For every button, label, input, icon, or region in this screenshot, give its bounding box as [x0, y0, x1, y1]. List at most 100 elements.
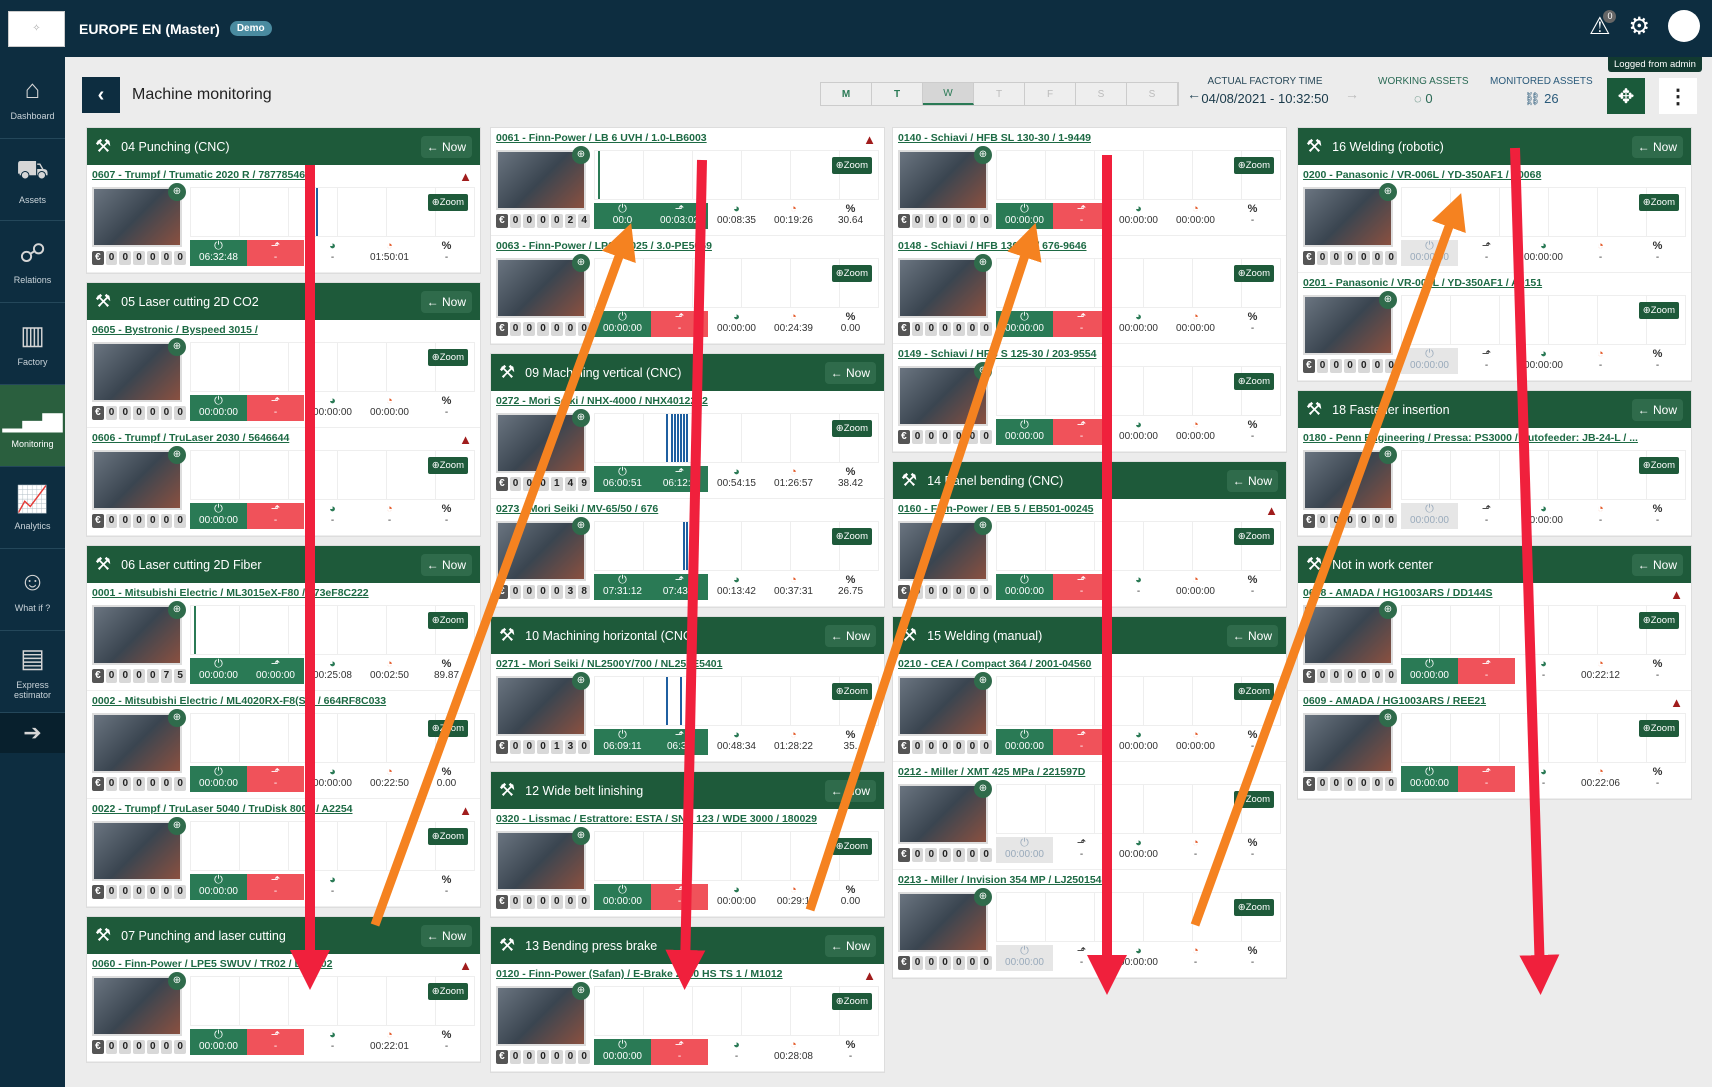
zoom-photo-icon[interactable]: ⊕: [168, 972, 186, 990]
machine-name-link[interactable]: 0271 - Mori Seiki / NL2500Y/700 / NL25JE…: [496, 658, 879, 672]
zoom-button[interactable]: ⊕Zoom: [1638, 612, 1679, 629]
machine-name-link[interactable]: 0606 - Trumpf / TruLaser 2030 / 5646644: [92, 432, 475, 446]
now-button[interactable]: ← Now: [1226, 469, 1278, 492]
machine-photo[interactable]: ⊕: [496, 254, 590, 318]
machine-photo[interactable]: ⊕: [1303, 183, 1397, 247]
zoom-photo-icon[interactable]: ⊕: [168, 709, 186, 727]
machine-photo[interactable]: ⊕: [898, 672, 992, 736]
zoom-photo-icon[interactable]: ⊕: [974, 888, 992, 906]
machine-name-link[interactable]: 0160 - Finn-Power / EB 5 / EB501-00245: [898, 503, 1281, 517]
machine-photo[interactable]: ⊕: [496, 827, 590, 891]
machine-name-link[interactable]: 0063 - Finn-Power / LP6 / C025 / 3.0-PE5…: [496, 240, 879, 254]
zoom-photo-icon[interactable]: ⊕: [974, 517, 992, 535]
zoom-photo-icon[interactable]: ⊕: [974, 780, 992, 798]
zoom-button[interactable]: ⊕Zoom: [1233, 791, 1274, 808]
machine-photo[interactable]: ⊕: [92, 601, 186, 665]
machine-name-link[interactable]: 0001 - Mitsubishi Electric / ML3015eX-F8…: [92, 587, 475, 601]
zoom-photo-icon[interactable]: ⊕: [974, 672, 992, 690]
zoom-button[interactable]: ⊕Zoom: [1233, 157, 1274, 174]
machine-photo[interactable]: ⊕: [92, 709, 186, 773]
zoom-photo-icon[interactable]: ⊕: [168, 338, 186, 356]
more-menu-button[interactable]: ⋮: [1659, 78, 1697, 114]
zoom-button[interactable]: ⊕Zoom: [1638, 720, 1679, 737]
zoom-button[interactable]: ⊕Zoom: [427, 612, 468, 629]
zoom-photo-icon[interactable]: ⊕: [168, 183, 186, 201]
zoom-button[interactable]: ⊕Zoom: [1233, 373, 1274, 390]
now-button[interactable]: ← Now: [420, 135, 472, 158]
zoom-photo-icon[interactable]: ⊕: [572, 254, 590, 272]
machine-name-link[interactable]: 0120 - Finn-Power (Safan) / E-Brake 2050…: [496, 968, 879, 982]
machine-name-link[interactable]: 0180 - Penn Engineering / Pressa: PS3000…: [1303, 432, 1686, 446]
machine-name-link[interactable]: 0320 - Lissmac / Estrattore: ESTA / SND …: [496, 813, 879, 827]
sidebar-item-monitoring[interactable]: ▁▃▅ Monitoring: [0, 385, 65, 467]
machine-photo[interactable]: ⊕: [898, 254, 992, 318]
now-button[interactable]: ← Now: [1226, 624, 1278, 647]
sidebar-item-dashboard[interactable]: ⌂ Dashboard: [0, 57, 65, 139]
warning-icon[interactable]: ▲: [459, 169, 472, 184]
machine-name-link[interactable]: 0200 - Panasonic / VR-006L / YD-350AF1 /…: [1303, 169, 1686, 183]
now-button[interactable]: ← Now: [1631, 135, 1683, 158]
warning-icon[interactable]: ▲: [1670, 587, 1683, 602]
zoom-photo-icon[interactable]: ⊕: [168, 601, 186, 619]
now-button[interactable]: ← Now: [824, 779, 876, 802]
zoom-photo-icon[interactable]: ⊕: [974, 146, 992, 164]
machine-name-link[interactable]: 0609 - AMADA / HG1003ARS / REE21: [1303, 695, 1686, 709]
zoom-button[interactable]: ⊕Zoom: [831, 157, 872, 174]
machine-photo[interactable]: ⊕: [496, 409, 590, 473]
zoom-photo-icon[interactable]: ⊕: [572, 672, 590, 690]
machine-name-link[interactable]: 0140 - Schiavi / HFB SL 130-30 / 1-9449: [898, 132, 1281, 146]
machine-photo[interactable]: ⊕: [92, 817, 186, 881]
zoom-photo-icon[interactable]: ⊕: [974, 254, 992, 272]
machine-name-link[interactable]: 0272 - Mori Seiki / NHX-4000 / NHX401220…: [496, 395, 879, 409]
zoom-photo-icon[interactable]: ⊕: [572, 982, 590, 1000]
machine-name-link[interactable]: 0002 - Mitsubishi Electric / ML4020RX-F8…: [92, 695, 475, 709]
zoom-button[interactable]: ⊕Zoom: [1233, 528, 1274, 545]
machine-photo[interactable]: ⊕: [898, 888, 992, 952]
machine-photo[interactable]: ⊕: [898, 517, 992, 581]
machine-photo[interactable]: ⊕: [898, 146, 992, 210]
avatar[interactable]: [1668, 10, 1700, 42]
zoom-button[interactable]: ⊕Zoom: [831, 838, 872, 855]
zoom-button[interactable]: ⊕Zoom: [427, 828, 468, 845]
now-button[interactable]: ← Now: [1631, 553, 1683, 576]
zoom-button[interactable]: ⊕Zoom: [831, 683, 872, 700]
machine-name-link[interactable]: 0213 - Miller / Invision 354 MP / LJ2501…: [898, 874, 1281, 888]
machine-name-link[interactable]: 0605 - Bystronic / Byspeed 3015 /: [92, 324, 475, 338]
zoom-button[interactable]: ⊕Zoom: [1638, 194, 1679, 211]
machine-photo[interactable]: ⊕: [1303, 446, 1397, 510]
day-tab[interactable]: T: [974, 83, 1025, 105]
alerts-icon[interactable]: ⚠ 0: [1589, 9, 1617, 41]
machine-name-link[interactable]: 0210 - CEA / Compact 364 / 2001-04560: [898, 658, 1281, 672]
warning-icon[interactable]: ▲: [459, 803, 472, 818]
warning-icon[interactable]: ▲: [1670, 695, 1683, 710]
zoom-button[interactable]: ⊕Zoom: [1233, 899, 1274, 916]
day-tab[interactable]: T: [872, 83, 923, 105]
zoom-button[interactable]: ⊕Zoom: [427, 349, 468, 366]
zoom-button[interactable]: ⊕Zoom: [831, 265, 872, 282]
zoom-photo-icon[interactable]: ⊕: [1379, 601, 1397, 619]
fullscreen-button[interactable]: ✥: [1607, 78, 1645, 114]
warning-icon[interactable]: ▲: [459, 958, 472, 973]
machine-name-link[interactable]: 0201 - Panasonic / VR-006L / YD-350AF1 /…: [1303, 277, 1686, 291]
machine-name-link[interactable]: 0212 - Miller / XMT 425 MPa / 221597D: [898, 766, 1281, 780]
machine-photo[interactable]: ⊕: [496, 517, 590, 581]
zoom-photo-icon[interactable]: ⊕: [1379, 446, 1397, 464]
warning-icon[interactable]: ▲: [863, 968, 876, 983]
zoom-button[interactable]: ⊕Zoom: [427, 194, 468, 211]
zoom-photo-icon[interactable]: ⊕: [572, 409, 590, 427]
machine-photo[interactable]: ⊕: [92, 183, 186, 247]
zoom-photo-icon[interactable]: ⊕: [974, 362, 992, 380]
machine-photo[interactable]: ⊕: [92, 446, 186, 510]
machine-photo[interactable]: ⊕: [1303, 709, 1397, 773]
now-button[interactable]: ← Now: [1631, 398, 1683, 421]
sidebar-item-express-estimator[interactable]: ▤ Express estimator: [0, 631, 65, 713]
machine-photo[interactable]: ⊕: [92, 972, 186, 1036]
sidebar-item-what-if-[interactable]: ☺ What if ?: [0, 549, 65, 631]
day-tab[interactable]: W: [923, 83, 974, 105]
machine-photo[interactable]: ⊕: [496, 146, 590, 210]
expand-sidebar-icon[interactable]: ➔: [0, 713, 65, 753]
day-tab[interactable]: S: [1127, 83, 1178, 105]
zoom-button[interactable]: ⊕Zoom: [427, 457, 468, 474]
sidebar-item-assets[interactable]: ⛟ Assets: [0, 139, 65, 221]
now-button[interactable]: ← Now: [420, 553, 472, 576]
